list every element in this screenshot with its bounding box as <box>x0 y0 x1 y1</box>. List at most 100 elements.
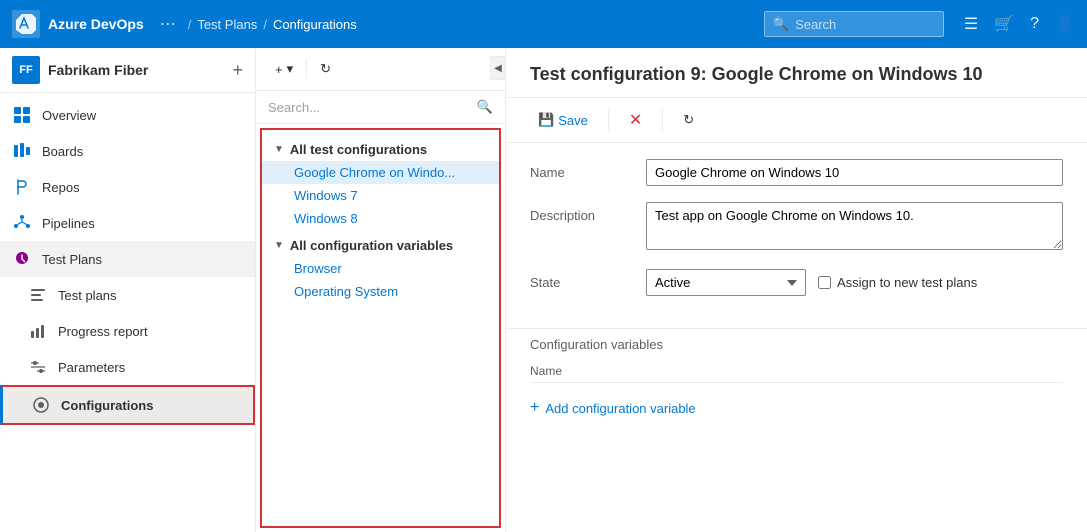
breadcrumb: / Test Plans / Configurations <box>188 17 756 32</box>
sidebar-item-test-plans-sub[interactable]: Test plans <box>0 277 255 313</box>
state-row: State Active Inactive Assign to new test… <box>530 269 1063 296</box>
tree-item-browser[interactable]: Browser <box>262 257 499 280</box>
assign-checkbox[interactable] <box>818 276 831 289</box>
detail-toolbar: 💾 Save ✕ ↻ <box>506 98 1087 143</box>
mid-search-container: 🔍 <box>256 91 505 124</box>
description-label: Description <box>530 202 630 223</box>
state-field-container: Active Inactive Assign to new test plans <box>646 269 1063 296</box>
global-search-box[interactable]: 🔍 <box>764 11 944 37</box>
add-config-var-button[interactable]: + Add configuration variable <box>530 391 696 425</box>
detail-panel: Test configuration 9: Google Chrome on W… <box>506 48 1087 532</box>
org-name: Fabrikam Fiber <box>48 62 224 78</box>
name-label: Name <box>530 159 630 180</box>
mid-search-input[interactable] <box>268 100 471 115</box>
name-input[interactable] <box>646 159 1063 186</box>
toolbar-sep-2 <box>662 110 663 130</box>
breadcrumb-sep-2: / <box>263 17 267 32</box>
description-row: Description Test app on Google Chrome on… <box>530 202 1063 253</box>
sidebar-boards-label: Boards <box>42 144 243 159</box>
tree-group-test-configs-header[interactable]: ▼ All test configurations <box>262 138 499 161</box>
description-field-container: Test app on Google Chrome on Windows 10. <box>646 202 1063 253</box>
sidebar-item-pipelines[interactable]: Pipelines <box>0 205 255 241</box>
save-icon: 💾 <box>538 112 554 128</box>
sidebar: FF Fabrikam Fiber + Overview Boards <box>0 48 256 532</box>
sidebar-test-plans-sub-label: Test plans <box>58 288 243 303</box>
tree-caret-vars-icon: ▼ <box>274 240 284 251</box>
sidebar-item-overview[interactable]: Overview <box>0 97 255 133</box>
tree-item-windows8-label: Windows 8 <box>294 211 358 226</box>
sidebar-configurations-label: Configurations <box>61 398 241 413</box>
detail-title: Test configuration 9: Google Chrome on W… <box>530 64 1063 85</box>
config-vars-title: Configuration variables <box>530 337 1063 352</box>
parameters-icon <box>28 357 48 377</box>
global-search-input[interactable] <box>795 17 925 32</box>
sidebar-parameters-label: Parameters <box>58 360 243 375</box>
tree-group-config-vars-header[interactable]: ▼ All configuration variables <box>262 234 499 257</box>
discard-button[interactable]: ✕ <box>621 106 650 134</box>
refresh-button[interactable]: ↻ <box>313 56 338 82</box>
refresh-detail-button[interactable]: ↻ <box>675 108 702 132</box>
tree-item-windows8[interactable]: Windows 8 <box>262 207 499 230</box>
add-icon: + <box>275 62 283 77</box>
name-row: Name <box>530 159 1063 186</box>
sidebar-item-repos[interactable]: Repos <box>0 169 255 205</box>
tree-group-test-configs: ▼ All test configurations Google Chrome … <box>262 138 499 230</box>
sidebar-item-configurations[interactable]: Configurations <box>0 385 255 425</box>
assign-checkbox-label[interactable]: Assign to new test plans <box>818 275 977 290</box>
overview-icon <box>12 105 32 125</box>
profile-icon[interactable]: 👤 <box>1055 14 1075 34</box>
add-config-var-label: Add configuration variable <box>545 401 695 416</box>
detail-form: Name Description Test app on Google Chro… <box>506 143 1087 328</box>
app-name: Azure DevOps <box>48 16 144 32</box>
collapse-panel-button[interactable]: ◀ <box>490 56 506 80</box>
breadcrumb-test-plans[interactable]: Test Plans <box>197 17 257 32</box>
repos-icon <box>12 177 32 197</box>
org-header: FF Fabrikam Fiber + <box>0 48 255 93</box>
tree-item-browser-label: Browser <box>294 261 342 276</box>
sidebar-item-progress-report[interactable]: Progress report <box>0 313 255 349</box>
config-vars-col-header: Name <box>530 360 1063 383</box>
settings-icon[interactable]: ☰ <box>964 14 978 34</box>
tree-item-windows7[interactable]: Windows 7 <box>262 184 499 207</box>
tree-container: ▼ All test configurations Google Chrome … <box>260 128 501 528</box>
mid-toolbar: + ▾ ↻ <box>256 48 505 91</box>
app-logo[interactable]: Azure DevOps <box>12 10 144 38</box>
top-navigation: Azure DevOps ⋯ / Test Plans / Configurat… <box>0 0 1087 48</box>
tree-item-os-label: Operating System <box>294 284 398 299</box>
pipelines-icon <box>12 213 32 233</box>
nav-icon-group: ☰ 🛒 ? 👤 <box>964 14 1075 34</box>
toolbar-separator <box>306 59 307 79</box>
test-plans-icon <box>12 249 32 269</box>
state-label: State <box>530 269 630 290</box>
state-select-wrapper: Active Inactive Assign to new test plans <box>646 269 1063 296</box>
tree-item-chrome-win10-label: Google Chrome on Windo... <box>294 165 455 180</box>
org-avatar: FF <box>12 56 40 84</box>
detail-header: Test configuration 9: Google Chrome on W… <box>506 48 1087 98</box>
progress-report-icon <box>28 321 48 341</box>
tree-item-chrome-win10[interactable]: Google Chrome on Windo... <box>262 161 499 184</box>
add-project-button[interactable]: + <box>232 60 243 81</box>
mid-panel: ◀ + ▾ ↻ 🔍 ▼ All test configurations <box>256 48 506 532</box>
help-icon[interactable]: ? <box>1030 15 1039 33</box>
refresh-detail-icon: ↻ <box>683 112 694 128</box>
save-button[interactable]: 💾 Save <box>530 108 596 132</box>
save-label: Save <box>558 113 588 128</box>
state-select[interactable]: Active Inactive <box>646 269 806 296</box>
sidebar-test-plans-label: Test Plans <box>42 252 243 267</box>
tree-item-windows7-label: Windows 7 <box>294 188 358 203</box>
sidebar-item-test-plans-header[interactable]: Test Plans <box>0 241 255 277</box>
configurations-icon <box>31 395 51 415</box>
tree-item-os[interactable]: Operating System <box>262 280 499 303</box>
boards-icon <box>12 141 32 161</box>
tree-group-config-vars-label: All configuration variables <box>290 238 453 253</box>
sidebar-item-boards[interactable]: Boards <box>0 133 255 169</box>
add-button[interactable]: + ▾ <box>268 56 300 82</box>
sidebar-item-parameters[interactable]: Parameters <box>0 349 255 385</box>
breadcrumb-configurations: Configurations <box>273 17 357 32</box>
notification-icon[interactable]: 🛒 <box>994 14 1014 34</box>
ellipsis-icon[interactable]: ⋯ <box>160 14 176 34</box>
mid-search-icon: 🔍 <box>477 99 493 115</box>
add-dropdown-arrow: ▾ <box>287 61 294 77</box>
tree-group-test-configs-label: All test configurations <box>290 142 427 157</box>
description-input[interactable]: Test app on Google Chrome on Windows 10. <box>646 202 1063 250</box>
